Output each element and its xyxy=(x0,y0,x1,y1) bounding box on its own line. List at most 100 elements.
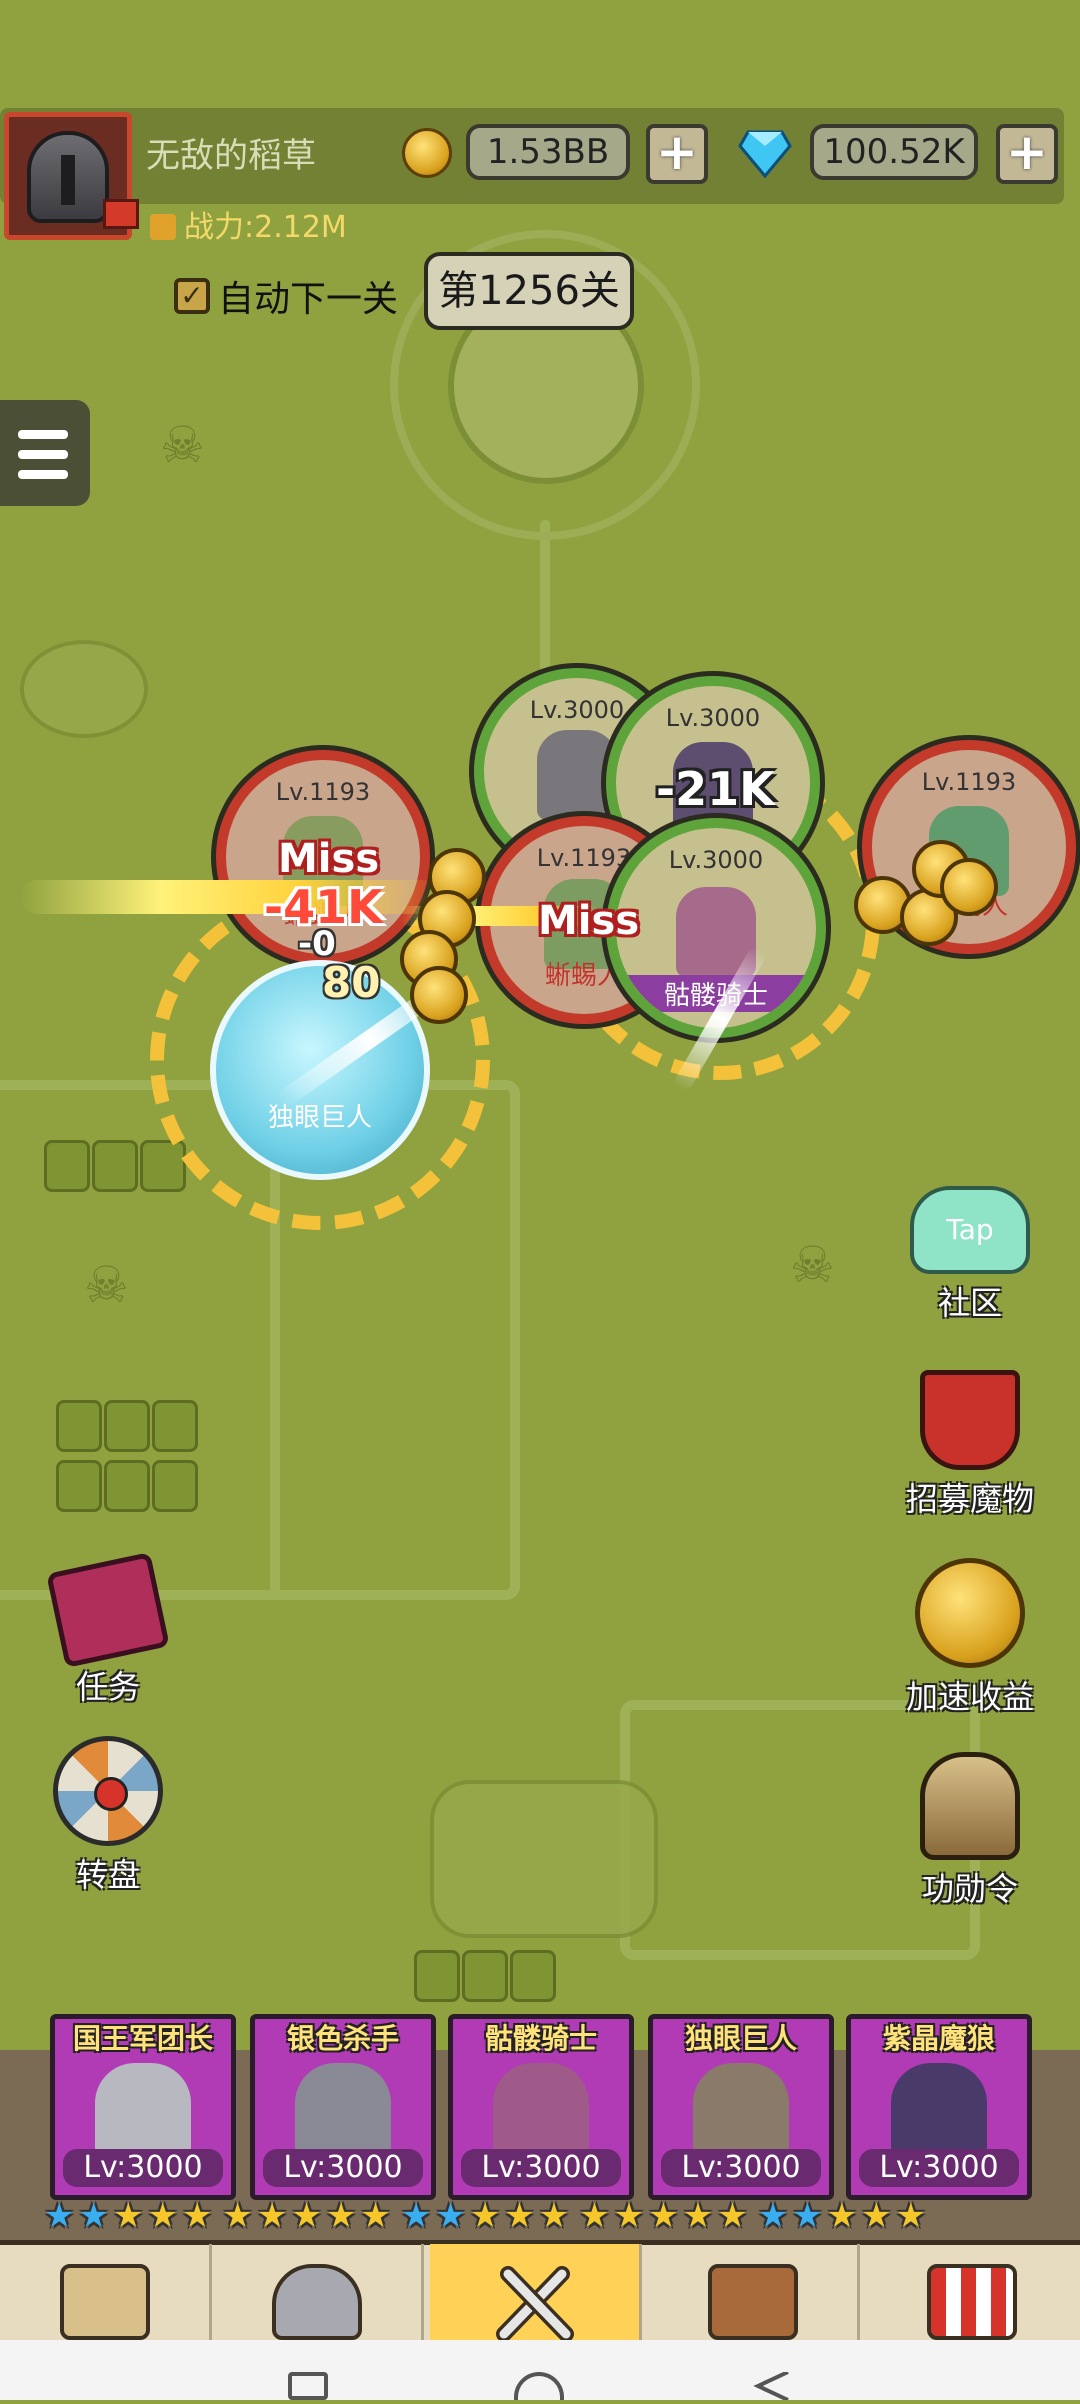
star-icon: ★ xyxy=(469,2196,505,2236)
star-icon: ★ xyxy=(435,2196,470,2236)
robot-icon xyxy=(707,2264,798,2340)
wheel-button[interactable]: 转盘 xyxy=(28,1736,188,1896)
hero-card[interactable]: 国王军团长 Lv:3000 xyxy=(50,2014,236,2200)
merit-pass-button[interactable]: 功勋令 xyxy=(890,1752,1050,1910)
add-gems-button[interactable]: + xyxy=(996,124,1058,184)
star-icon: ★ xyxy=(648,2196,683,2236)
hero-portrait xyxy=(95,2062,191,2159)
star-icon: ★ xyxy=(291,2196,326,2236)
unit-level: Lv.1193 xyxy=(921,768,1017,796)
community-button[interactable]: Tap 社区 xyxy=(890,1186,1050,1324)
map-pond xyxy=(430,1780,658,1938)
hero-portrait xyxy=(891,2062,987,2159)
star-icon: ★ xyxy=(682,2196,718,2236)
auto-next-toggle[interactable]: ✓ 自动下一关 xyxy=(174,270,398,322)
recruit-monsters-label: 招募魔物 xyxy=(905,1480,1034,1518)
star-icon: ★ xyxy=(360,2196,395,2236)
map-pond xyxy=(20,640,148,738)
player-name: 无敌的稻草 xyxy=(146,136,316,176)
hero-name: 独眼巨人 xyxy=(684,2022,797,2055)
recent-apps-icon[interactable] xyxy=(288,2372,328,2400)
shop-icon xyxy=(927,2264,1017,2340)
hero-portrait xyxy=(295,2062,391,2159)
player-avatar[interactable] xyxy=(4,112,139,240)
hero-card[interactable]: 骷髅骑士 Lv:3000 xyxy=(448,2014,634,2200)
hero-level: Lv:3000 xyxy=(859,2149,1019,2187)
star-icon: ★ xyxy=(579,2196,614,2236)
hero-stars: ★★★★★ xyxy=(579,2196,751,2236)
star-icon: ★ xyxy=(400,2196,436,2236)
boost-income-label: 加速收益 xyxy=(905,1678,1034,1716)
unit-level: Lv.1193 xyxy=(275,778,371,806)
tab-heroes[interactable] xyxy=(212,2244,424,2340)
star-icon: ★ xyxy=(78,2196,113,2236)
tree-cluster xyxy=(44,1140,186,1192)
miss-text: Miss xyxy=(538,898,640,944)
auto-next-checkbox[interactable]: ✓ xyxy=(174,278,210,314)
unit-level: Lv.3000 xyxy=(665,704,761,732)
hero-star-row: ★★★★★ ★★★★★ ★★★★★ ★★★★★ ★★★★★ xyxy=(44,2196,936,2236)
star-icon: ★ xyxy=(181,2196,217,2236)
hero-stars: ★★★★★ xyxy=(758,2196,930,2236)
stage-label: 第1256关 xyxy=(424,252,634,330)
tap-community-icon: Tap xyxy=(910,1186,1030,1274)
hero-stars: ★★★★★ xyxy=(222,2196,394,2236)
skull-decoration-icon: ☠ xyxy=(160,416,205,474)
knight-figure xyxy=(537,729,617,820)
hero-name: 紫晶魔狼 xyxy=(882,2022,995,2055)
map-icon xyxy=(59,2264,150,2340)
boost-coin-icon xyxy=(915,1558,1025,1668)
helmet-icon xyxy=(27,131,109,223)
wheel-label: 转盘 xyxy=(75,1856,140,1894)
unit-level: Lv.3000 xyxy=(668,846,764,874)
hero-name: 国王军团长 xyxy=(72,2022,213,2055)
crossed-swords-svg xyxy=(495,2266,574,2342)
hero-portrait xyxy=(693,2062,789,2159)
hero-stars: ★★★★★ xyxy=(44,2196,216,2236)
gem-amount: 100.52K xyxy=(810,124,978,180)
recruit-banner-icon xyxy=(920,1370,1020,1470)
boost-income-button[interactable]: 加速收益 xyxy=(890,1558,1050,1718)
hero-card[interactable]: 银色杀手 Lv:3000 xyxy=(250,2014,436,2200)
hero-level: Lv:3000 xyxy=(263,2149,423,2187)
helmet-icon xyxy=(271,2264,362,2340)
task-button[interactable]: 任务 xyxy=(28,1552,188,1708)
wheel-center-icon xyxy=(94,1777,128,1811)
auto-next-label: 自动下一关 xyxy=(218,279,399,320)
dropped-coin-icon xyxy=(940,858,998,916)
flag-icon xyxy=(103,199,139,229)
dropped-coin-icon xyxy=(410,966,468,1024)
map-road xyxy=(540,520,551,680)
combat-power-value: 战力:2.12M xyxy=(184,210,347,245)
spin-wheel-icon xyxy=(53,1736,163,1846)
task-label: 任务 xyxy=(75,1668,140,1706)
star-icon: ★ xyxy=(112,2196,148,2236)
tab-workshop[interactable] xyxy=(648,2244,860,2340)
merit-helmet-icon xyxy=(920,1752,1020,1860)
gold-amount: 1.53BB xyxy=(466,124,630,180)
tab-map[interactable] xyxy=(0,2244,212,2340)
skull-decoration-icon: ☠ xyxy=(790,1236,835,1294)
star-icon: ★ xyxy=(504,2196,539,2236)
miss-text: Miss xyxy=(278,836,380,882)
star-icon: ★ xyxy=(861,2196,896,2236)
tab-shop[interactable] xyxy=(866,2244,1078,2340)
tree-cluster xyxy=(56,1400,198,1512)
recruit-monsters-button[interactable]: 招募魔物 xyxy=(890,1370,1050,1520)
power-icon xyxy=(150,214,176,240)
merit-pass-label: 功勋令 xyxy=(921,1870,1018,1908)
star-icon: ★ xyxy=(826,2196,862,2236)
star-icon: ★ xyxy=(613,2196,649,2236)
star-icon: ★ xyxy=(757,2196,793,2236)
tab-battle[interactable] xyxy=(430,2244,642,2342)
hero-card[interactable]: 独眼巨人 Lv:3000 xyxy=(648,2014,834,2200)
menu-button[interactable] xyxy=(0,400,90,506)
hero-stars: ★★★★★ xyxy=(401,2196,573,2236)
back-icon[interactable] xyxy=(752,2370,792,2402)
tap-icon-text: Tap xyxy=(946,1213,994,1246)
star-icon: ★ xyxy=(717,2196,752,2236)
hero-card[interactable]: 紫晶魔狼 Lv:3000 xyxy=(846,2014,1032,2200)
star-icon: ★ xyxy=(256,2196,292,2236)
hero-level: Lv:3000 xyxy=(461,2149,621,2187)
add-gold-button[interactable]: + xyxy=(646,124,708,184)
